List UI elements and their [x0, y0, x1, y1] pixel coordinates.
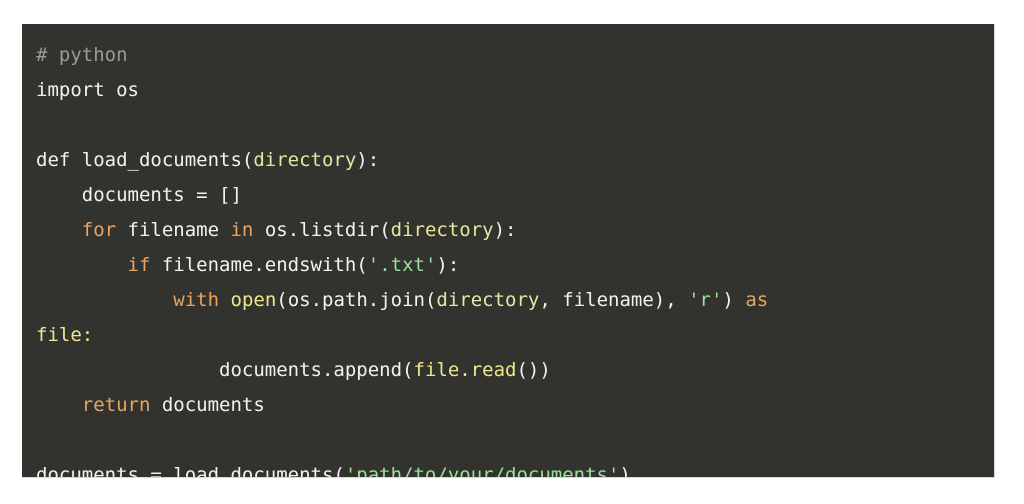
- code-line: return documents: [22, 388, 994, 423]
- code-token-param: directory: [253, 149, 357, 171]
- code-line: documents.append(file.read()): [22, 353, 994, 388]
- code-token-param: directory: [436, 289, 540, 311]
- code-token-keyword: for: [81, 219, 117, 241]
- code-token-plain: documents = []: [36, 184, 242, 206]
- code-token-plain: ):: [436, 254, 460, 276]
- code-token-plain: def load_documents(: [36, 149, 254, 171]
- code-token-plain: os.listdir(: [253, 219, 391, 241]
- code-token-plain: ): [619, 464, 631, 478]
- code-line: documents = load_documents('path/to/your…: [22, 458, 994, 478]
- code-token-keyword: return: [81, 394, 151, 416]
- code-token-keyword: with: [173, 289, 220, 311]
- code-token-builtin: file:: [36, 324, 94, 346]
- code-line: if filename.endswith('.txt'):: [22, 248, 994, 283]
- code-token-plain: documents: [150, 394, 265, 416]
- code-token-param: directory: [390, 219, 494, 241]
- code-line: # python: [22, 38, 994, 73]
- code-token-plain: ):: [493, 219, 517, 241]
- code-token-plain: filename: [116, 219, 231, 241]
- code-line: with open(os.path.join(directory, filena…: [22, 283, 994, 318]
- code-token-keyword: in: [230, 219, 254, 241]
- code-block: # python import os def load_documents(dire…: [22, 24, 995, 478]
- page-root: # python import os def load_documents(dire…: [0, 0, 1024, 504]
- code-line: documents = []: [22, 178, 994, 213]
- code-token-builtin: file.read: [413, 359, 517, 381]
- code-token-string: '.txt': [367, 254, 437, 276]
- code-token-plain: , filename),: [539, 289, 689, 311]
- code-token-plain: documents = load_documents(: [36, 464, 345, 478]
- code-line: for filename in os.listdir(directory):: [22, 213, 994, 248]
- code-token-plain: (os.path.join(: [276, 289, 437, 311]
- code-line: file:: [22, 318, 994, 353]
- code-token-string: 'r': [688, 289, 723, 311]
- code-token-plain: import os: [36, 79, 139, 101]
- code-token-keyword: if: [127, 254, 151, 276]
- code-token-plain: documents.append(: [36, 359, 414, 381]
- code-token-plain: ):: [356, 149, 380, 171]
- code-token-string: 'path/to/your/documents': [344, 464, 620, 478]
- code-token-plain: ()): [516, 359, 551, 381]
- code-token-comment: # python: [36, 44, 128, 66]
- code-token-keyword: as: [745, 289, 769, 311]
- code-token-plain: ): [722, 289, 746, 311]
- code-line: def load_documents(directory):: [22, 143, 994, 178]
- code-listing: # python import os def load_documents(dire…: [22, 38, 994, 478]
- code-token-plain: filename.endswith(: [150, 254, 368, 276]
- code-line: import os: [22, 73, 994, 108]
- code-token-builtin: open: [230, 289, 277, 311]
